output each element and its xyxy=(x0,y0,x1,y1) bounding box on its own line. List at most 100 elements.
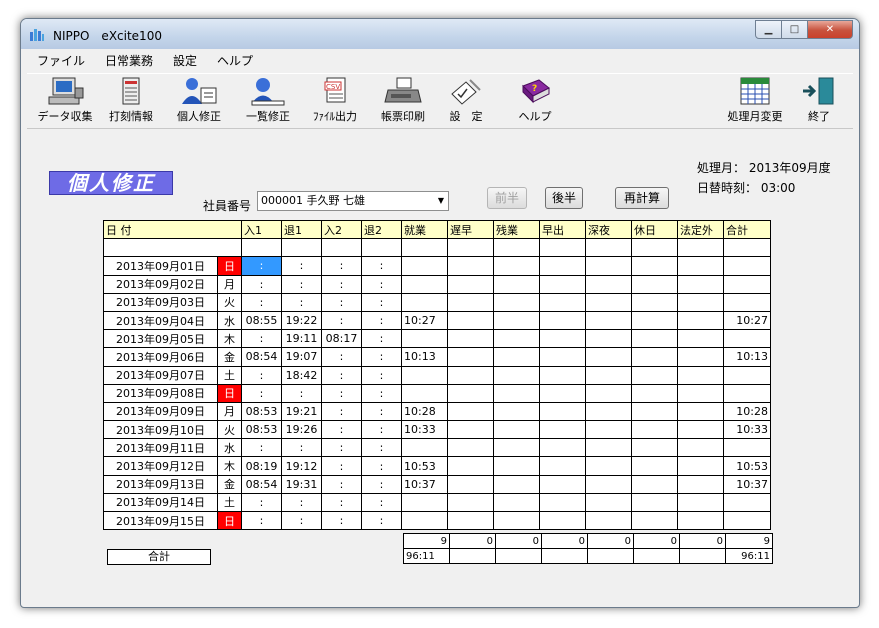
work-cell: 10:53 xyxy=(401,456,448,476)
menu-file[interactable]: ファイル xyxy=(27,51,95,71)
out1-cell[interactable]: : xyxy=(281,510,322,531)
prev-half-button[interactable]: 前半 xyxy=(487,187,527,209)
out2-cell[interactable]: : xyxy=(361,383,402,403)
maximize-button[interactable]: □ xyxy=(781,20,808,39)
in2-cell[interactable]: 08:17 xyxy=(321,329,362,349)
in1-cell[interactable]: 08:54 xyxy=(241,347,282,367)
file-output-button[interactable]: CSV ﾌｧｲﾙ出力 xyxy=(307,76,363,128)
in2-cell[interactable]: : xyxy=(321,420,362,440)
out2-cell[interactable]: : xyxy=(361,256,402,276)
out1-cell[interactable]: : xyxy=(281,492,322,513)
out1-cell[interactable]: 19:07 xyxy=(281,347,322,367)
in2-cell[interactable]: : xyxy=(321,347,362,367)
in2-cell[interactable]: : xyxy=(321,438,362,458)
stamp-info-button[interactable]: 打刻情報 xyxy=(103,76,159,128)
out2-cell[interactable]: : xyxy=(361,365,402,385)
late-early-cell xyxy=(447,310,494,331)
legal-extra-cell xyxy=(677,292,724,312)
out2-cell[interactable]: : xyxy=(361,474,402,494)
list-edit-label: 一覧修正 xyxy=(246,110,290,123)
month-change-button[interactable]: 処理月変更 xyxy=(719,76,791,128)
employee-select[interactable]: 000001 手久野 七雄 ▼ xyxy=(257,191,449,211)
in2-cell[interactable]: : xyxy=(321,365,362,385)
in2-cell[interactable]: : xyxy=(321,310,362,331)
out1-cell[interactable]: : xyxy=(281,438,322,458)
out2-cell[interactable]: : xyxy=(361,420,402,440)
calendar-icon xyxy=(740,77,770,105)
title-bar: NIPPO eXcite100 ▁ □ ✕ xyxy=(21,19,859,49)
menu-daily[interactable]: 日常業務 xyxy=(95,51,163,71)
out2-cell[interactable]: : xyxy=(361,401,402,422)
help-button[interactable]: ? ヘルプ xyxy=(507,76,563,128)
personal-edit-button[interactable]: 個人修正 xyxy=(169,76,229,128)
overtime-cell xyxy=(493,438,540,458)
out1-cell[interactable]: 19:22 xyxy=(281,310,322,331)
out1-cell[interactable]: : xyxy=(281,383,322,403)
overtime-cell xyxy=(493,256,540,276)
night-cell xyxy=(585,274,632,294)
in1-cell[interactable]: 08:19 xyxy=(241,456,282,476)
recalc-button[interactable]: 再計算 xyxy=(615,187,669,209)
out2-cell[interactable]: : xyxy=(361,292,402,312)
out1-cell[interactable]: 19:21 xyxy=(281,401,322,422)
weekday-cell: 木 xyxy=(217,329,242,349)
in1-cell[interactable]: : xyxy=(241,383,282,403)
in1-cell[interactable]: : xyxy=(241,274,282,294)
data-collect-button[interactable]: データ収集 xyxy=(33,76,97,128)
in1-cell[interactable]: : xyxy=(241,492,282,513)
in1-cell[interactable]: : xyxy=(241,256,282,276)
out2-cell[interactable]: : xyxy=(361,438,402,458)
out1-cell[interactable]: : xyxy=(281,274,322,294)
weekday-cell: 火 xyxy=(217,420,242,440)
out1-cell[interactable]: 19:12 xyxy=(281,456,322,476)
in2-cell[interactable]: : xyxy=(321,401,362,422)
work-cell xyxy=(401,274,448,294)
menu-settings[interactable]: 設定 xyxy=(163,51,207,71)
out2-cell[interactable]: : xyxy=(361,274,402,294)
out2-cell[interactable]: : xyxy=(361,492,402,513)
overtime-cell xyxy=(493,365,540,385)
in2-cell[interactable]: : xyxy=(321,383,362,403)
close-button[interactable]: ✕ xyxy=(807,20,853,39)
out2-cell[interactable]: : xyxy=(361,510,402,531)
legal-extra-cell xyxy=(677,274,724,294)
in2-cell[interactable]: : xyxy=(321,474,362,494)
exit-button[interactable]: 終了 xyxy=(799,76,839,128)
out1-cell[interactable]: 19:31 xyxy=(281,474,322,494)
in2-cell[interactable]: : xyxy=(321,274,362,294)
out2-cell[interactable]: : xyxy=(361,456,402,476)
in1-cell[interactable]: 08:53 xyxy=(241,420,282,440)
out1-cell[interactable]: 19:11 xyxy=(281,329,322,349)
in1-cell[interactable]: : xyxy=(241,365,282,385)
in1-cell[interactable]: 08:54 xyxy=(241,474,282,494)
out2-cell[interactable]: : xyxy=(361,329,402,349)
out1-cell[interactable]: : xyxy=(281,292,322,312)
out1-cell[interactable]: 19:26 xyxy=(281,420,322,440)
in1-cell[interactable]: : xyxy=(241,329,282,349)
in2-cell[interactable]: : xyxy=(321,456,362,476)
next-half-button[interactable]: 後半 xyxy=(545,187,583,209)
out1-cell[interactable]: : xyxy=(281,256,322,276)
totals-cell: 0 xyxy=(679,533,726,549)
in2-cell[interactable]: : xyxy=(321,492,362,513)
in1-cell[interactable]: : xyxy=(241,292,282,312)
in1-cell[interactable]: : xyxy=(241,510,282,531)
total-cell xyxy=(723,438,771,458)
out2-cell[interactable]: : xyxy=(361,347,402,367)
settings-button[interactable]: 設 定 xyxy=(441,76,491,128)
menu-help[interactable]: ヘルプ xyxy=(207,51,263,71)
total-cell xyxy=(723,383,771,403)
late-early-cell xyxy=(447,329,494,349)
out1-cell[interactable]: 18:42 xyxy=(281,365,322,385)
overtime-cell xyxy=(493,274,540,294)
in2-cell[interactable]: : xyxy=(321,292,362,312)
in1-cell[interactable]: 08:55 xyxy=(241,310,282,331)
in1-cell[interactable]: : xyxy=(241,438,282,458)
in1-cell[interactable]: 08:53 xyxy=(241,401,282,422)
in2-cell[interactable]: : xyxy=(321,256,362,276)
list-edit-button[interactable]: 一覧修正 xyxy=(237,76,299,128)
in2-cell[interactable]: : xyxy=(321,510,362,531)
out2-cell[interactable]: : xyxy=(361,310,402,331)
minimize-button[interactable]: ▁ xyxy=(755,20,782,39)
form-print-button[interactable]: 帳票印刷 xyxy=(373,76,433,128)
